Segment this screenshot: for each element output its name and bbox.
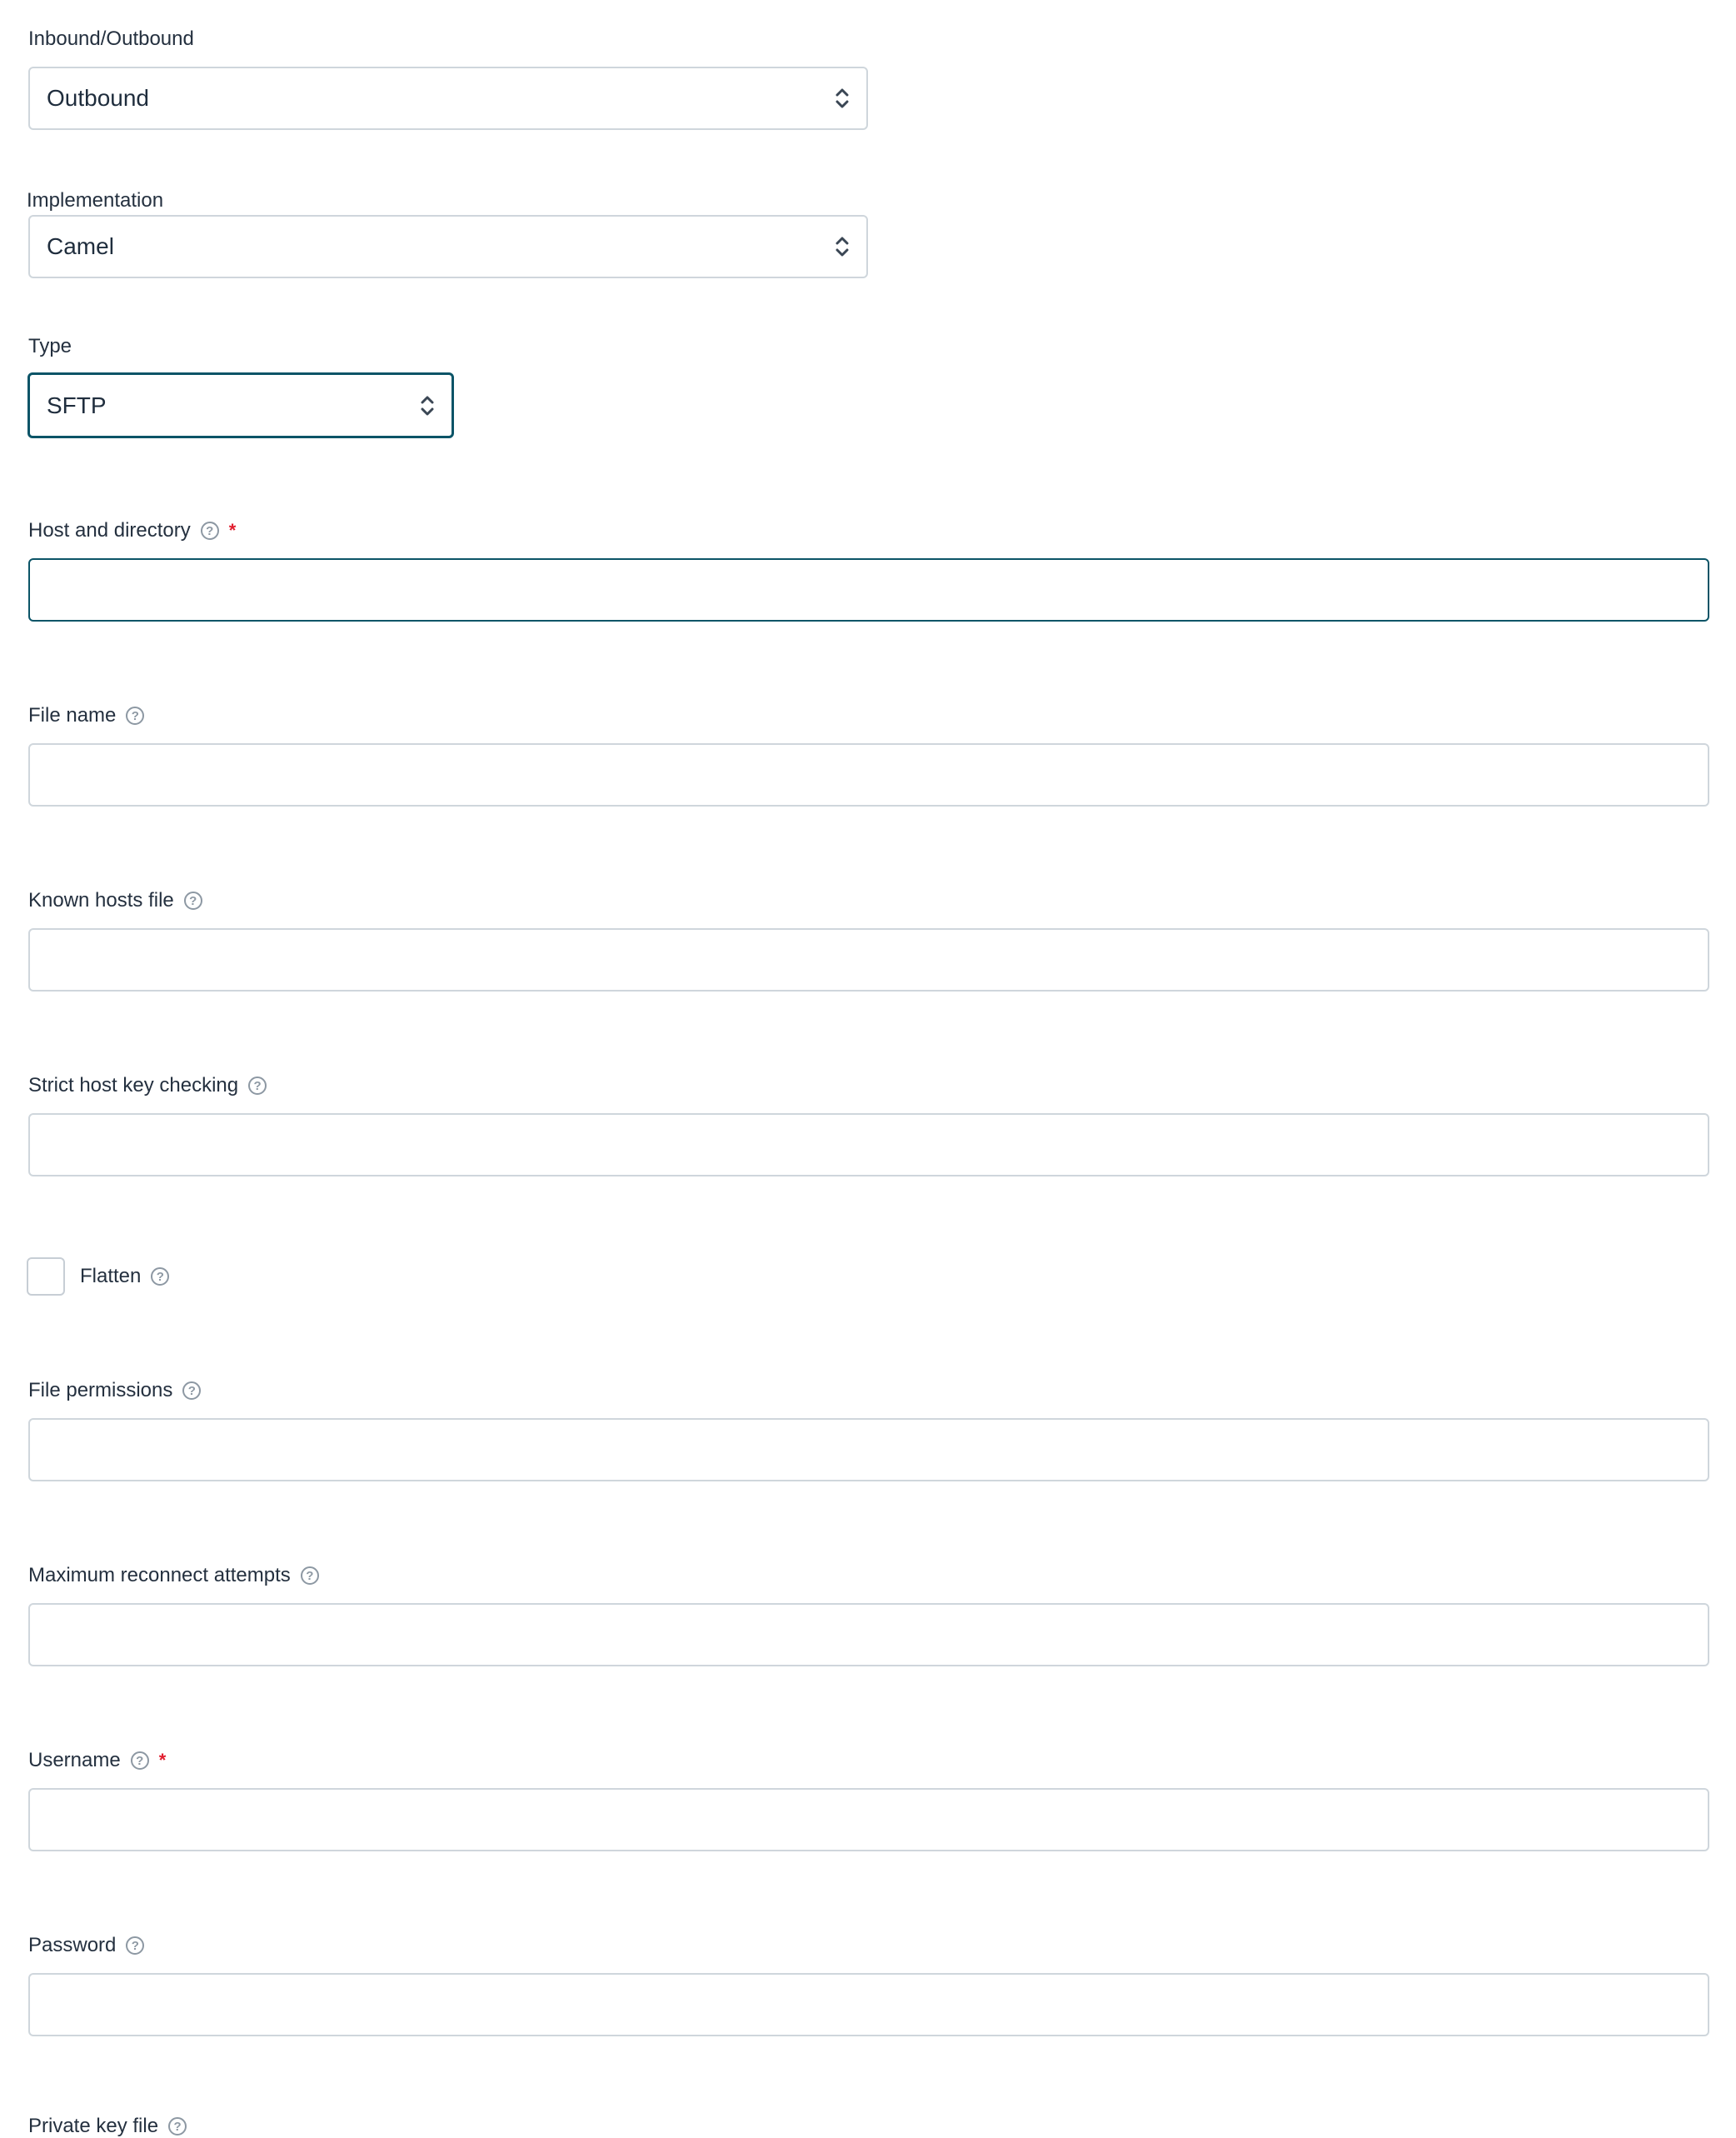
strict-host-label: Strict host key checking ?: [28, 1074, 267, 1097]
max-reconnect-label: Maximum reconnect attempts ?: [28, 1564, 319, 1587]
type-select[interactable]: SFTP: [27, 372, 454, 438]
question-circle-icon[interactable]: ?: [300, 1566, 319, 1585]
implementation-select[interactable]: Camel: [28, 215, 868, 278]
password-label: Password ?: [28, 1934, 145, 1957]
password-input[interactable]: [28, 1973, 1709, 2036]
flatten-label: Flatten ?: [80, 1265, 170, 1288]
question-circle-icon[interactable]: ?: [248, 1076, 267, 1095]
chevron-up-down-icon: [836, 237, 849, 257]
file-permissions-input[interactable]: [28, 1418, 1709, 1481]
max-reconnect-input[interactable]: [28, 1603, 1709, 1666]
implementation-label: Implementation: [27, 189, 164, 212]
question-circle-icon[interactable]: ?: [130, 1751, 149, 1770]
username-input[interactable]: [28, 1788, 1709, 1851]
question-circle-icon[interactable]: ?: [151, 1267, 170, 1286]
host-directory-label: Host and directory ? *: [28, 519, 237, 542]
host-directory-input[interactable]: [28, 558, 1709, 622]
chevron-up-down-icon: [836, 88, 849, 108]
file-permissions-label: File permissions ?: [28, 1379, 202, 1402]
question-circle-icon[interactable]: ?: [182, 1381, 202, 1400]
file-name-input[interactable]: [28, 743, 1709, 807]
known-hosts-input[interactable]: [28, 928, 1709, 992]
question-circle-icon[interactable]: ?: [126, 707, 145, 725]
chevron-up-down-icon: [421, 396, 434, 415]
question-circle-icon[interactable]: ?: [168, 2117, 187, 2136]
question-circle-icon[interactable]: ?: [200, 522, 219, 540]
direction-select[interactable]: Outbound: [28, 67, 868, 130]
required-marker: *: [158, 1750, 167, 1771]
strict-host-input[interactable]: [28, 1113, 1709, 1176]
required-marker: *: [228, 520, 237, 541]
direction-label: Inbound/Outbound: [28, 27, 194, 50]
type-label: Type: [28, 335, 72, 357]
flatten-checkbox[interactable]: [27, 1257, 65, 1296]
question-circle-icon[interactable]: ?: [183, 892, 202, 910]
private-key-label: Private key file ?: [28, 2115, 187, 2138]
connector-config-form: Inbound/Outbound Outbound Implementation…: [0, 0, 1736, 2137]
file-name-label: File name ?: [28, 704, 145, 727]
known-hosts-label: Known hosts file ?: [28, 889, 202, 912]
username-label: Username ? *: [28, 1749, 167, 1771]
question-circle-icon[interactable]: ?: [126, 1936, 145, 1955]
